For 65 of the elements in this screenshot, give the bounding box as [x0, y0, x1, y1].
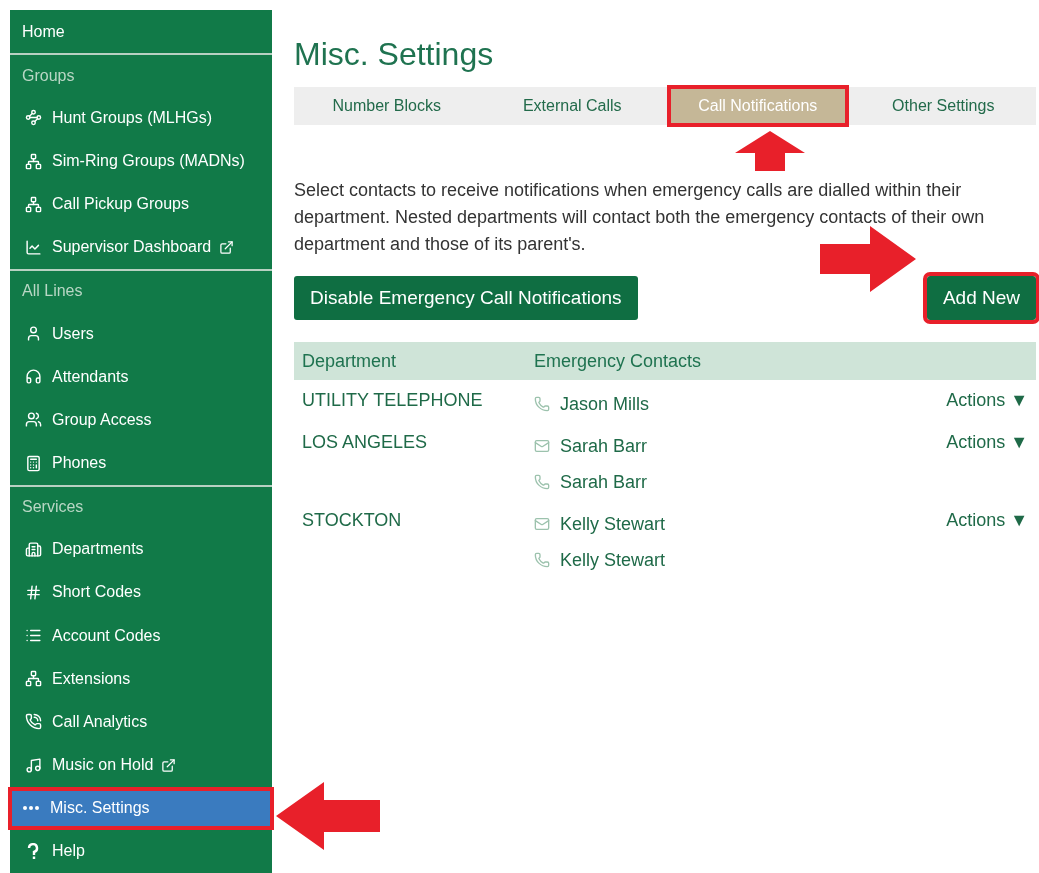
disable-button[interactable]: Disable Emergency Call Notifications	[294, 276, 638, 320]
table-cell-text: UTILITY TELEPHONE	[302, 389, 483, 411]
actions-menu[interactable]: Actions ▼	[946, 428, 1028, 453]
phone-icon	[534, 396, 550, 412]
phone-icon	[534, 552, 550, 568]
sidebar-item[interactable]: Call Analytics	[10, 700, 272, 744]
sidebar-label: Users	[52, 324, 94, 343]
tab[interactable]: Other Settings	[854, 87, 1032, 125]
page-title: Misc. Settings	[294, 36, 494, 73]
sidebar-label: Home	[22, 22, 65, 41]
sidebar-label: Sim-Ring Groups (MADNs)	[52, 152, 245, 170]
sidebar-item[interactable]: Call Pickup Groups	[10, 182, 272, 226]
sidebar-label: Supervisor Dashboard	[52, 238, 212, 257]
mail-icon	[534, 516, 550, 532]
sidebar-heading: Groups	[10, 53, 272, 97]
contact-name: Sarah Barr	[560, 435, 648, 457]
sidebar-item[interactable]: Supervisor Dashboard	[10, 225, 272, 269]
sidebar-label: Misc. Settings	[50, 799, 150, 818]
sidebar-item[interactable]: Help	[10, 829, 272, 873]
sidebar-heading: All Lines	[10, 268, 272, 313]
left-arrow-icon	[276, 782, 380, 850]
sidebar-label: Music on Hold	[52, 756, 154, 775]
mail-icon	[534, 438, 550, 454]
sidebar-item[interactable]: Attendants	[10, 355, 272, 399]
sidebar-item[interactable]: Short Codes	[10, 570, 272, 615]
sidebar-item[interactable]: Departments	[10, 527, 272, 571]
column-heading: Department	[302, 350, 398, 372]
sidebar-label: Call Analytics	[52, 712, 148, 731]
sidebar-label: Call Pickup Groups	[52, 195, 189, 214]
tab[interactable]: External Calls	[483, 87, 661, 125]
actions-menu[interactable]: Actions ▼	[946, 506, 1028, 531]
sidebar-label: Departments	[52, 540, 144, 559]
table-cell-text: STOCKTON	[302, 509, 402, 531]
sidebar-item[interactable]: Users	[10, 312, 272, 356]
up-arrow-icon	[735, 131, 805, 171]
sidebar-item[interactable]: Phones	[10, 441, 272, 485]
sidebar-item[interactable]: Home	[10, 10, 272, 54]
contact-name: Kelly Stewart	[560, 513, 666, 535]
sidebar-label: Help	[52, 842, 85, 861]
sidebar-label: Group Access	[52, 410, 152, 429]
contact-name: Sarah Barr	[560, 471, 648, 493]
phone-icon	[534, 474, 550, 490]
sidebar-item[interactable]: Music on Hold	[10, 743, 272, 787]
sidebar-item[interactable]: Sim-Ring Groups (MADNs)	[10, 139, 272, 183]
sidebar-label: Account Codes	[52, 626, 161, 645]
sidebar-item[interactable]: Extensions	[10, 657, 272, 701]
dots-icon	[23, 806, 39, 811]
sidebar-item[interactable]: Hunt Groups (MLHGs)	[10, 96, 272, 140]
tab[interactable]: Number Blocks	[298, 87, 476, 125]
right-arrow-icon	[820, 226, 916, 292]
contact-name: Jason Mills	[560, 393, 650, 415]
sidebar-item[interactable]: Misc. Settings	[8, 786, 274, 830]
actions-menu[interactable]: Actions ▼	[946, 386, 1028, 411]
sidebar-heading: Services	[10, 484, 272, 528]
contact-name: Kelly Stewart	[560, 549, 666, 571]
sidebar-label: Attendants	[52, 367, 129, 386]
table-cell-text: LOS ANGELES	[302, 431, 428, 453]
sidebar-label: Extensions	[52, 669, 131, 688]
sidebar-item[interactable]: Group Access	[10, 398, 272, 442]
sidebar-item[interactable]: Account Codes	[10, 614, 272, 658]
sidebar-label: Hunt Groups (MLHGs)	[52, 108, 213, 127]
column-heading: Emergency Contacts	[534, 350, 703, 372]
description: Select contacts to receive notifications when emergency calls are dialled within their department. Nested departments will contact both the emergency contacts of their own department and those of its parent's.	[294, 179, 986, 256]
sidebar-label: Short Codes	[52, 583, 141, 602]
sidebar-label: Phones	[52, 454, 107, 473]
